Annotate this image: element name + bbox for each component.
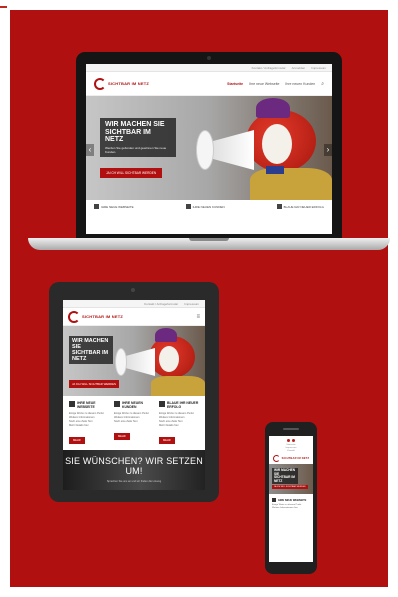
showcase-background: Kontakt / Anfrageformular Anmelden Impre…: [10, 10, 390, 587]
trophy-icon: [159, 401, 165, 407]
promo-title: SIE WÜNSCHEN? WIR SETZEN UM!: [65, 456, 203, 476]
users-icon: [185, 204, 191, 209]
column-title: IHRE NEUE WEBSEITE: [77, 401, 96, 409]
users-icon: [114, 401, 120, 407]
phone-links: Startseite Impressum Kontakt: [271, 444, 311, 453]
phone-screen: Startseite Impressum Kontakt SICHTBAR IM…: [269, 436, 313, 562]
more-button[interactable]: MEHR: [159, 437, 175, 444]
phone: Startseite Impressum Kontakt SICHTBAR IM…: [265, 422, 317, 574]
corner-mark: [0, 6, 7, 8]
tablet: Kontakt / Anfrageformular Impressum SICH…: [49, 282, 219, 502]
feature-item[interactable]: IHRE NEUE WEBSEITE: [94, 204, 134, 209]
logo-text: SICHTBAR IM NETZ: [82, 314, 123, 319]
list-item: Noch eine Zeile Text: [114, 420, 138, 423]
logo-text: SICHTBAR IM NETZ: [108, 81, 149, 86]
slider-prev-arrow-icon[interactable]: ‹: [86, 144, 94, 156]
more-button[interactable]: MEHR: [69, 437, 85, 444]
feature-strip: IHRE NEUE WEBSEITE IHRE NEUEN KUNDEN BLA…: [86, 200, 332, 213]
column-title: BLAUE IHR NEUER ERFOLG: [167, 401, 199, 409]
phone-section: IHRE NEUE WEBSEITE Einige Worte zu diese…: [269, 494, 313, 515]
list-item: Mehr Details hier: [69, 424, 89, 427]
more-button[interactable]: MEHR: [114, 433, 130, 440]
promo-banner: SIE WÜNSCHEN? WIR SETZEN UM! Sprechen Si…: [63, 450, 205, 490]
nav-item-kunden[interactable]: Ihre neuen Kunden: [285, 82, 315, 86]
feature-column: IHRE NEUE WEBSEITE Einige Worte zu diese…: [69, 401, 109, 446]
hero-title: WIR MACHEN SIE SICHTBAR IM NETZ: [272, 468, 298, 485]
nav-item-webseite[interactable]: Ihre neue Webseite: [249, 82, 279, 86]
clown-image: [115, 326, 205, 396]
site-logo[interactable]: SICHTBAR IM NETZ: [271, 455, 311, 462]
column-title: IHRE NEUEN KUNDEN: [122, 401, 143, 409]
top-link[interactable]: Kontakt / Anfrageformular: [144, 302, 178, 306]
tablet-camera: [131, 288, 135, 292]
monitor-icon: [272, 498, 276, 502]
list-item: Mehr Details hier: [159, 424, 179, 427]
hero-banner: WIR MACHEN SIE SICHTBAR IM NETZ JA ICH W…: [269, 464, 313, 494]
social-icons: [271, 439, 311, 442]
top-link[interactable]: Impressum: [311, 66, 326, 70]
feature-columns: IHRE NEUE WEBSEITE Einige Worte zu diese…: [63, 396, 205, 451]
trophy-icon: [276, 204, 282, 209]
social-icon[interactable]: [292, 439, 295, 442]
menu-icon[interactable]: ≡: [196, 314, 200, 320]
laptop-notch: [189, 238, 229, 241]
hero-cta-button[interactable]: JA ICH WILL SICHTBAR WERDEN: [272, 485, 308, 489]
laptop-camera: [207, 56, 211, 60]
promo-subtitle: Sprechen Sie uns an und wir finden die L…: [106, 480, 162, 483]
hero-title: WIR MACHEN SIE SICHTBAR IM NETZ: [105, 121, 165, 144]
laptop-screen: Kontakt / Anfrageformular Anmelden Impre…: [86, 64, 332, 234]
hero-cta-button[interactable]: JA ICH WILL SICHTBAR WERDEN: [100, 168, 163, 178]
hero-banner: ‹ › WIR MACHEN SIE SICHTBAR IM NETZ Werd…: [86, 96, 332, 200]
site-topbar: Kontakt / Anfrageformular Impressum: [63, 300, 205, 308]
phone-speaker: [283, 428, 299, 430]
monitor-icon: [94, 204, 99, 209]
feature-item[interactable]: BLAUE IHR NEUER ERFOLG: [276, 204, 324, 209]
laptop-base: [28, 238, 390, 250]
site-logo[interactable]: SICHTBAR IM NETZ: [68, 310, 123, 323]
nav-item-startseite[interactable]: Startseite: [227, 82, 243, 86]
site-header: SICHTBAR IM NETZ Startseite Ihre neue We…: [86, 72, 332, 96]
top-link[interactable]: Kontakt / Anfrageformular: [252, 66, 286, 70]
feature-item[interactable]: IHRE NEUEN KUNDEN: [185, 204, 225, 209]
hero-banner: WIR MACHEN SIE SICHTBAR IM NETZ JA ICH W…: [63, 326, 205, 396]
site-logo[interactable]: SICHTBAR IM NETZ: [94, 77, 149, 90]
logo-mark-icon: [94, 77, 106, 90]
site-header: SICHTBAR IM NETZ ≡: [63, 308, 205, 326]
hero-title: WIR MACHEN SIE SICHTBAR IM NETZ: [72, 338, 109, 363]
list-item: Weitere Informationen hier: [272, 507, 298, 510]
search-icon[interactable]: ⌕: [321, 81, 324, 87]
logo-mark-icon: [272, 455, 280, 462]
laptop: Kontakt / Anfrageformular Anmelden Impre…: [76, 52, 342, 240]
top-link[interactable]: Impressum: [184, 302, 199, 306]
hero-title-box: WIR MACHEN SIE SICHTBAR IM NETZ: [69, 336, 113, 365]
logo-text: SICHTBAR IM NETZ: [281, 457, 310, 460]
social-icon[interactable]: [287, 439, 290, 442]
logo-mark-icon: [68, 310, 80, 323]
clown-image: [196, 96, 332, 200]
top-link[interactable]: Anmelden: [292, 66, 306, 70]
feature-column: IHRE NEUEN KUNDEN Einige Worte zu diesem…: [114, 401, 154, 446]
hero-cta-button[interactable]: JA ICH WILL SICHTBAR WERDEN: [69, 380, 120, 388]
site-topbar: Kontakt / Anfrageformular Anmelden Impre…: [86, 64, 332, 72]
feature-column: BLAUE IHR NEUER ERFOLG Einige Worte zu d…: [159, 401, 199, 446]
phone-link[interactable]: Kontakt: [271, 450, 311, 453]
monitor-icon: [69, 401, 75, 407]
tablet-screen: Kontakt / Anfrageformular Impressum SICH…: [63, 300, 205, 490]
phone-header: Startseite Impressum Kontakt SICHTBAR IM…: [269, 436, 313, 462]
hero-title-box: WIR MACHEN SIE SICHTBAR IM NETZ Werden S…: [100, 118, 176, 158]
section-title: IHRE NEUE WEBSEITE: [278, 498, 307, 502]
hero-subtitle: Werden Sie gefunden und gewinnen Sie neu…: [105, 146, 167, 155]
main-nav: Startseite Ihre neue Webseite Ihre neuen…: [227, 81, 324, 87]
